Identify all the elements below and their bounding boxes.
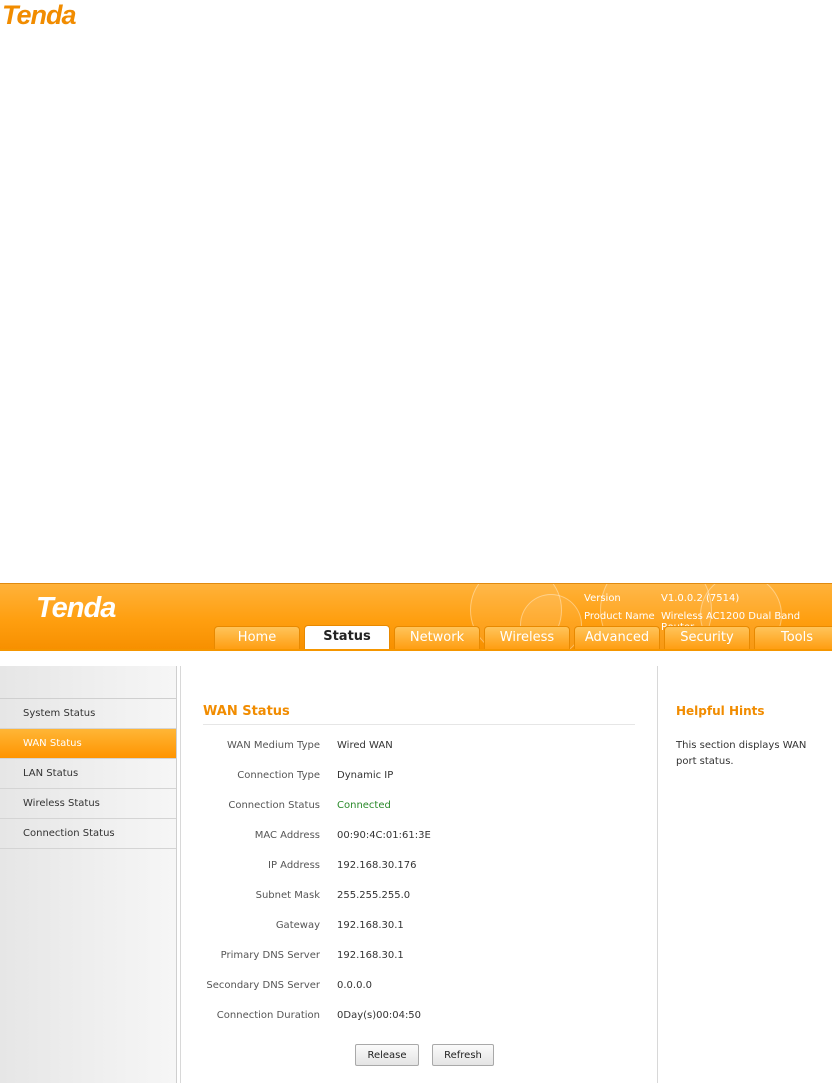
info-label: Subnet Mask [255,890,320,901]
info-row-secondary-dns: Secondary DNS Server 0.0.0.0 [181,980,657,996]
document-logo: Tenda [2,0,77,30]
info-value: 00:90:4C:01:61:3E [337,830,431,841]
sidebar-item-system-status[interactable]: System Status [0,699,176,729]
version-label: Version [584,593,621,604]
router-admin-window: Tenda Version V1.0.0.2 (7514) Product Na… [0,583,832,1083]
info-value: Wired WAN [337,740,393,751]
sidebar-item-wireless-status[interactable]: Wireless Status [0,789,176,819]
info-label: Primary DNS Server [220,950,320,961]
info-label: Gateway [275,920,320,931]
sidebar-item-lan-status[interactable]: LAN Status [0,759,176,789]
header-divider [0,649,832,651]
info-value: 192.168.30.1 [337,920,404,931]
main-panel: WAN Status WAN Medium Type Wired WAN Con… [180,666,658,1083]
info-label: Connection Type [237,770,320,781]
info-row-gateway: Gateway 192.168.30.1 [181,920,657,936]
page-title: WAN Status [203,704,290,719]
info-row-subnet-mask: Subnet Mask 255.255.255.0 [181,890,657,906]
info-value: 192.168.30.176 [337,860,417,871]
info-label: Connection Status [228,800,320,811]
hints-title: Helpful Hints [676,704,765,718]
info-label: IP Address [268,860,320,871]
product-name-label: Product Name [584,611,655,622]
info-value: 255.255.255.0 [337,890,411,901]
info-label: WAN Medium Type [227,740,320,751]
info-label: MAC Address [254,830,320,841]
helpful-hints-panel: Helpful Hints This section displays WAN … [657,666,832,1083]
tab-wireless[interactable]: Wireless [484,626,570,649]
refresh-button[interactable]: Refresh [432,1044,494,1066]
info-row-connection-type: Connection Type Dynamic IP [181,770,657,786]
info-value: 192.168.30.1 [337,950,404,961]
tab-home[interactable]: Home [214,626,300,649]
tab-network[interactable]: Network [394,626,480,649]
info-row-wan-medium-type: WAN Medium Type Wired WAN [181,740,657,756]
title-divider [203,724,635,725]
info-row-ip-address: IP Address 192.168.30.176 [181,860,657,876]
brand-logo: Tenda [36,592,116,624]
tab-tools[interactable]: Tools [754,626,832,649]
info-row-primary-dns: Primary DNS Server 192.168.30.1 [181,950,657,966]
sidebar: System Status WAN Status LAN Status Wire… [0,666,177,1083]
sidebar-item-connection-status[interactable]: Connection Status [0,819,176,849]
main-nav-tabs: Home Status Network Wireless Advanced Se… [214,625,832,649]
version-value: V1.0.0.2 (7514) [661,593,740,604]
connection-status-value: Connected [337,800,391,811]
info-label: Connection Duration [216,1010,320,1021]
tab-advanced[interactable]: Advanced [574,626,660,649]
hints-text: This section displays WAN port status. [676,740,807,767]
info-row-connection-duration: Connection Duration 0Day(s)00:04:50 [181,1010,657,1026]
info-row-mac-address: MAC Address 00:90:4C:01:61:3E [181,830,657,846]
release-button[interactable]: Release [355,1044,419,1066]
info-value: 0Day(s)00:04:50 [337,1010,422,1021]
info-value: Dynamic IP [337,770,394,781]
info-row-connection-status: Connection Status Connected [181,800,657,816]
sidebar-spacer [0,666,176,699]
info-label: Secondary DNS Server [206,980,320,991]
sidebar-item-wan-status[interactable]: WAN Status [0,729,176,759]
header-banner: Tenda Version V1.0.0.2 (7514) Product Na… [0,584,832,649]
tab-status[interactable]: Status [304,625,390,649]
tab-security[interactable]: Security [664,626,750,649]
info-value: 0.0.0.0 [337,980,372,991]
